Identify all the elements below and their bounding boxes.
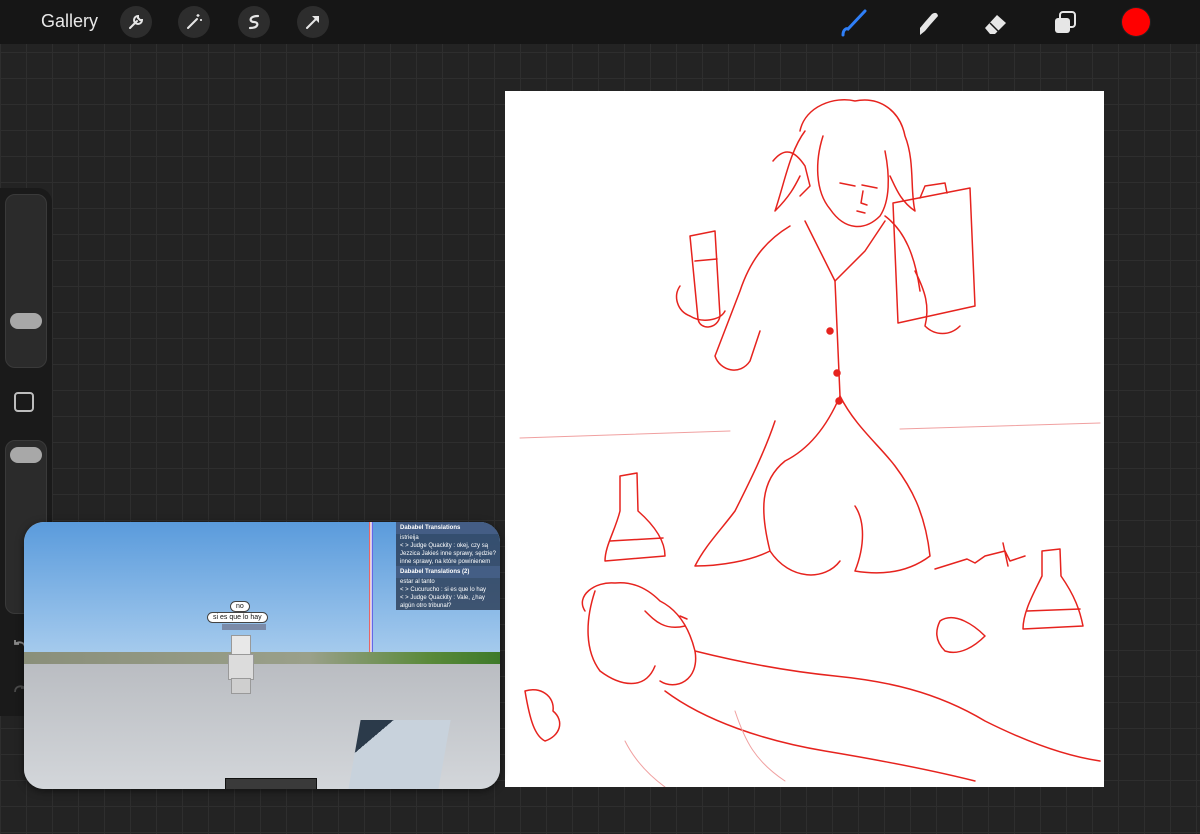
brush-icon[interactable] xyxy=(836,6,870,40)
opacity-thumb[interactable] xyxy=(10,447,42,463)
chat-title-1: Dababel Translations xyxy=(396,522,500,534)
player-body xyxy=(228,654,254,680)
layers-icon[interactable] xyxy=(1048,6,1082,40)
hotbar xyxy=(225,778,317,789)
color-picker-button[interactable] xyxy=(1122,8,1150,36)
gallery-button[interactable]: Gallery xyxy=(41,11,98,32)
nametag xyxy=(222,624,266,630)
game-horizon xyxy=(24,652,500,664)
chat-line: estar al tanto xyxy=(400,579,435,585)
magic-wand-icon[interactable] xyxy=(178,6,210,38)
top-toolbar: Gallery xyxy=(0,0,1200,44)
eraser-icon[interactable] xyxy=(979,6,1013,40)
game-beam xyxy=(369,522,373,652)
drawing-canvas[interactable] xyxy=(505,91,1104,787)
chat-line: < > Judge Quackity : Vale, ¿hay xyxy=(400,595,485,601)
sketch-drawing xyxy=(519,99,1101,787)
chat-title-2: Dababel Translations (2) xyxy=(396,566,500,578)
picture-in-picture-video[interactable]: Dababel Translations istrieija < > Judge… xyxy=(24,522,500,789)
chat-line: < > Judge Quackity : okej, czy są xyxy=(400,543,489,549)
chat-line: algún otro tribunal? xyxy=(400,603,452,609)
transform-arrow-icon[interactable] xyxy=(297,6,329,38)
first-person-arm xyxy=(347,720,451,789)
chat-overlay: Dababel Translations istrieija < > Judge… xyxy=(396,522,500,610)
speech-bubble-1: no xyxy=(230,601,250,612)
brush-size-slider[interactable] xyxy=(5,194,47,368)
chat-line: inne sprawy, na które powinienem xyxy=(400,559,491,565)
smudge-icon[interactable] xyxy=(911,6,945,40)
brush-size-thumb[interactable] xyxy=(10,313,42,329)
modify-button[interactable] xyxy=(14,392,34,412)
chat-line: Jezzica Jakieś inne sprawy, sędzie? xyxy=(400,551,496,557)
player-legs xyxy=(231,678,251,694)
chat-line: istrieija xyxy=(400,535,419,541)
speech-bubble-2: si es que lo hay xyxy=(207,612,268,623)
chat-line: < > Cucurucho : si es que lo hay xyxy=(400,587,487,593)
player-head xyxy=(231,635,251,655)
wrench-icon[interactable] xyxy=(120,6,152,38)
selection-icon[interactable] xyxy=(238,6,270,38)
